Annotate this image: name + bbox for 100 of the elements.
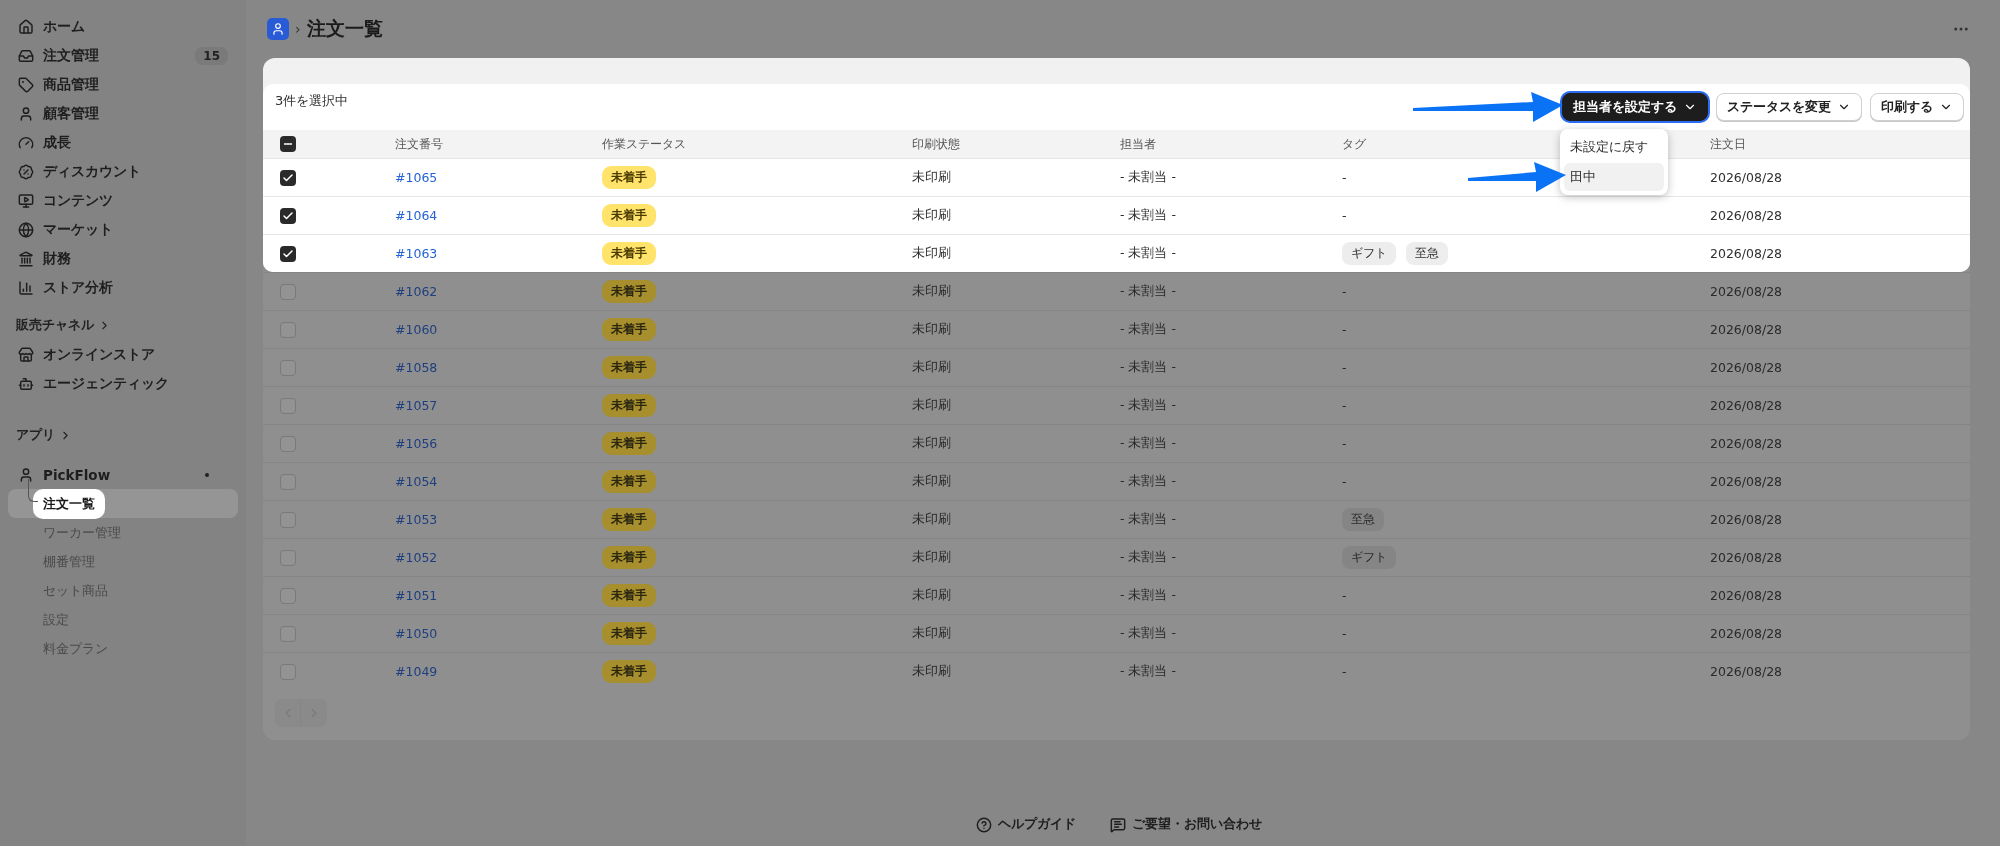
status-badge: 未着手 — [602, 166, 656, 189]
print-status: 未印刷 — [912, 549, 951, 566]
print-status: 未印刷 — [912, 625, 951, 642]
inbox-icon — [18, 47, 34, 64]
row-checkbox[interactable] — [280, 625, 296, 642]
nav-item[interactable]: マーケット — [8, 215, 238, 244]
menu-item[interactable]: 未設定に戻す — [1564, 133, 1664, 161]
footer-link[interactable]: ご要望・お問い合わせ — [1109, 816, 1262, 833]
assignee: - 未割当 - — [1120, 245, 1176, 262]
action-button[interactable]: ステータスを変更 — [1716, 93, 1862, 121]
row-checkbox[interactable] — [280, 511, 296, 528]
tags-empty: - — [1342, 170, 1347, 185]
section-link[interactable]: アプリ — [8, 420, 238, 450]
assignee: - 未割当 - — [1120, 511, 1176, 528]
row-checkbox[interactable] — [280, 245, 296, 262]
assignee: - 未割当 - — [1120, 169, 1176, 186]
row-checkbox[interactable] — [280, 169, 296, 186]
order-link[interactable]: #1054 — [395, 474, 438, 489]
row-checkbox[interactable] — [280, 321, 296, 338]
status-badge: 未着手 — [602, 242, 656, 265]
column-header: 注文番号 — [395, 135, 443, 153]
select-all-checkbox[interactable] — [280, 136, 296, 152]
order-link[interactable]: #1064 — [395, 208, 438, 223]
print-status: 未印刷 — [912, 207, 951, 224]
row-checkbox[interactable] — [280, 283, 296, 300]
order-link[interactable]: #1060 — [395, 322, 438, 337]
nav-item[interactable]: ディスカウント — [8, 157, 238, 186]
nav-item[interactable]: 商品管理 — [8, 70, 238, 99]
order-date: 2026/08/28 — [1710, 474, 1783, 489]
order-date: 2026/08/28 — [1710, 284, 1783, 299]
nav-item[interactable]: エージェンティック — [8, 369, 238, 398]
print-status: 未印刷 — [912, 245, 951, 262]
tag-chip: ギフト — [1342, 546, 1396, 569]
app-icon — [18, 466, 34, 483]
order-link[interactable]: #1053 — [395, 512, 438, 527]
tag-icon — [18, 76, 34, 93]
order-link[interactable]: #1062 — [395, 284, 438, 299]
section-label: 販売チャネル — [16, 316, 94, 334]
assignee: - 未割当 - — [1120, 207, 1176, 224]
assignee: - 未割当 - — [1120, 587, 1176, 604]
order-link[interactable]: #1052 — [395, 550, 438, 565]
action-button[interactable]: 印刷する — [1870, 93, 1964, 121]
print-status: 未印刷 — [912, 321, 951, 338]
count-badge: 15 — [195, 46, 228, 65]
footer-link[interactable]: ヘルプガイド — [975, 816, 1076, 833]
row-checkbox[interactable] — [280, 207, 296, 224]
order-date: 2026/08/28 — [1710, 322, 1783, 337]
order-link[interactable]: #1058 — [395, 360, 438, 375]
nav-item[interactable]: ストア分析 — [8, 273, 238, 302]
order-link[interactable]: #1057 — [395, 398, 438, 413]
status-badge: 未着手 — [602, 622, 656, 645]
subnav-item[interactable]: 注文一覧 — [33, 488, 105, 519]
row-checkbox[interactable] — [280, 587, 296, 604]
nav-item[interactable]: 注文管理 15 — [8, 41, 238, 70]
row-checkbox[interactable] — [280, 397, 296, 414]
row-checkbox[interactable] — [280, 435, 296, 452]
assignee: - 未割当 - — [1120, 549, 1176, 566]
status-badge: 未着手 — [602, 204, 656, 227]
tags-empty: - — [1342, 436, 1347, 451]
app-icon — [267, 18, 289, 40]
nav-item[interactable]: 成長 — [8, 128, 238, 157]
row-checkbox[interactable] — [280, 549, 296, 566]
tags-empty: - — [1342, 360, 1347, 375]
order-date: 2026/08/28 — [1710, 398, 1783, 413]
print-status: 未印刷 — [912, 587, 951, 604]
order-date: 2026/08/28 — [1710, 664, 1783, 679]
globe-icon — [18, 221, 34, 238]
assignee: - 未割当 - — [1120, 359, 1176, 376]
tag-chip: 至急 — [1342, 508, 1384, 531]
section-label: アプリ — [16, 426, 55, 444]
section-link[interactable]: 販売チャネル — [8, 310, 238, 340]
row-checkbox[interactable] — [280, 359, 296, 376]
order-link[interactable]: #1063 — [395, 246, 438, 261]
row-checkbox[interactable] — [280, 663, 296, 680]
assignee: - 未割当 - — [1120, 625, 1176, 642]
status-badge: 未着手 — [602, 546, 656, 569]
tags-empty: - — [1342, 474, 1347, 489]
status-badge: 未着手 — [602, 470, 656, 493]
action-button[interactable]: 担当者を設定する — [1562, 93, 1708, 121]
page-title: 注文一覧 — [306, 16, 384, 41]
order-link[interactable]: #1056 — [395, 436, 438, 451]
assignee: - 未割当 - — [1120, 473, 1176, 490]
order-link[interactable]: #1051 — [395, 588, 438, 603]
assignee: - 未割当 - — [1120, 397, 1176, 414]
status-badge: 未着手 — [602, 394, 656, 417]
order-link[interactable]: #1050 — [395, 626, 438, 641]
nav-item[interactable]: コンテンツ — [8, 186, 238, 215]
nav-item[interactable]: 財務 — [8, 244, 238, 273]
tags-empty: - — [1342, 588, 1347, 603]
nav-item[interactable]: オンラインストア — [8, 340, 238, 369]
order-link[interactable]: #1065 — [395, 170, 438, 185]
row-checkbox[interactable] — [280, 473, 296, 490]
nav-item[interactable]: ホーム — [8, 12, 238, 41]
assignee: - 未割当 - — [1120, 283, 1176, 300]
print-status: 未印刷 — [912, 359, 951, 376]
order-link[interactable]: #1049 — [395, 664, 438, 679]
nav-item[interactable]: PickFlow — [8, 460, 238, 489]
menu-item[interactable]: 田中 — [1564, 163, 1664, 191]
nav-item[interactable]: 顧客管理 — [8, 99, 238, 128]
status-badge: 未着手 — [602, 584, 656, 607]
